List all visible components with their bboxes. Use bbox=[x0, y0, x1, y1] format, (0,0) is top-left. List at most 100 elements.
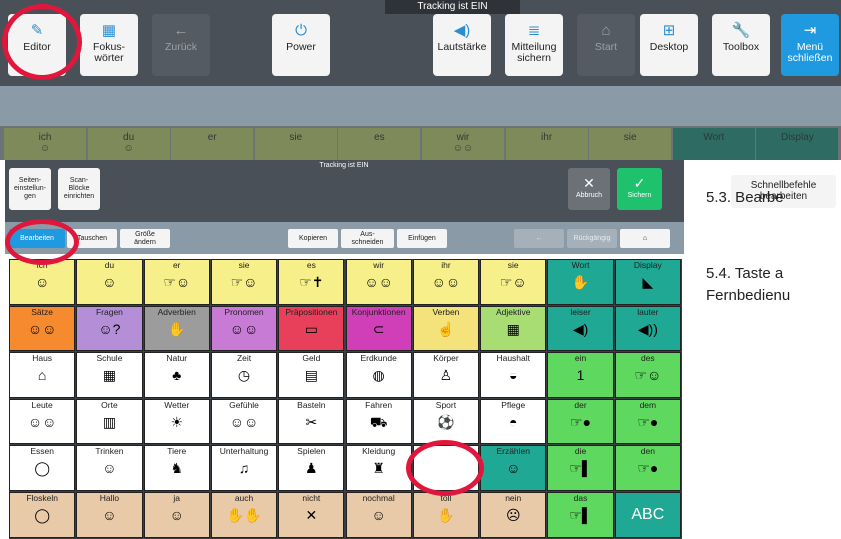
top-button-5[interactable]: ≣ Mitteilung sichern bbox=[505, 14, 563, 76]
vocab-cell[interactable]: der ☞● bbox=[547, 398, 614, 445]
vocab-cell[interactable]: toll ✋ bbox=[412, 492, 480, 538]
vocab-cell[interactable]: nochmal ☺ bbox=[345, 492, 412, 538]
vocab-cell[interactable]: Erdkunde ◍ bbox=[345, 352, 412, 398]
vocab-cell[interactable]: Fahren ⛟ bbox=[345, 398, 412, 445]
vocab-cell[interactable]: Pronomen ☺☺ bbox=[210, 305, 278, 352]
vocab-cell[interactable]: Display ◣ bbox=[614, 259, 681, 305]
vocab-cell[interactable]: Sätze ☺☺ bbox=[9, 305, 76, 352]
vocab-cell-label: lauter bbox=[637, 306, 659, 317]
vocab-cell-label: ein bbox=[574, 353, 587, 364]
scan-blocks-button[interactable]: Scan- Blöcke einrichten bbox=[58, 168, 100, 210]
vocab-cell[interactable]: du ☺ bbox=[76, 259, 143, 305]
vocab-cell[interactable]: leiser ◀) bbox=[547, 305, 614, 352]
vocab-cell[interactable]: Tiere ♞ bbox=[143, 445, 210, 491]
vocab-cell[interactable]: Schule ▦ bbox=[76, 352, 143, 398]
vocab-cell[interactable]: den ☞● bbox=[614, 445, 681, 491]
vocab-cell[interactable]: Körper ♙ bbox=[412, 352, 480, 398]
vocab-cell-icon: ☞● bbox=[637, 460, 659, 477]
vocab-cell[interactable]: Wetter ☀ bbox=[143, 398, 210, 445]
vocab-cell[interactable]: Haushalt ◒ bbox=[480, 352, 547, 398]
vocab-cell[interactable]: des ☞☺ bbox=[614, 352, 681, 398]
toolbar-button-8[interactable]: ⌂ bbox=[620, 229, 670, 248]
vocab-cell[interactable]: Essen ◯ bbox=[9, 445, 76, 491]
vocab-cell[interactable]: er ☞☺ bbox=[143, 259, 210, 305]
windows-icon: ⊞ bbox=[662, 22, 676, 39]
vocab-cell[interactable]: Spielen ♟ bbox=[278, 445, 345, 491]
vocab-cell-icon: ☞● bbox=[570, 413, 592, 430]
vocab-cell[interactable]: Floskeln ◯ bbox=[9, 492, 76, 538]
toolbar-button-3[interactable]: Kopieren bbox=[288, 229, 338, 248]
vocab-cell[interactable]: ich ☺ bbox=[9, 259, 76, 305]
vocab-cell[interactable]: auch ✋✋ bbox=[210, 492, 278, 538]
vocab-cell[interactable]: Wort ✋ bbox=[547, 259, 614, 305]
vocab-cell-label: Haus bbox=[32, 353, 53, 364]
vocab-cell[interactable]: Zeit ◷ bbox=[210, 352, 278, 398]
vocab-cell[interactable]: dem ☞● bbox=[614, 398, 681, 445]
vocab-cell-icon: ⛟ bbox=[369, 413, 388, 430]
vocab-cell-label: Unterhaltung bbox=[219, 446, 269, 457]
toolbar-button-5[interactable]: Einfügen bbox=[397, 229, 447, 248]
vocab-cell[interactable]: Gefühle ☺☺ bbox=[210, 398, 278, 445]
vocab-cell[interactable]: Hallo ☺ bbox=[76, 492, 143, 538]
vocab-cell[interactable]: Leute ☺☺ bbox=[9, 398, 76, 445]
vocab-cell-icon: ♣ bbox=[172, 367, 182, 384]
vocab-cell[interactable]: Konjunktionen ⊂ bbox=[345, 305, 412, 352]
top-button-9[interactable]: ⇥ Menü schließen bbox=[781, 14, 839, 76]
vocab-cell[interactable]: Kleidung ♜ bbox=[345, 445, 412, 491]
save-button[interactable]: ✓ Sichern bbox=[617, 168, 662, 210]
vocab-cell[interactable]: nein ☹ bbox=[480, 492, 547, 538]
top-button-3[interactable]: ⏻ Power bbox=[272, 14, 330, 76]
dim-cell-icon: ☺☺ bbox=[452, 143, 474, 154]
top-button-7[interactable]: ⊞ Desktop bbox=[640, 14, 698, 76]
vocab-cell[interactable]: Adverbien ✋ bbox=[143, 305, 210, 352]
top-button-2[interactable]: ← Zurück bbox=[152, 14, 210, 76]
cancel-button[interactable]: ✕ Abbruch bbox=[568, 168, 610, 210]
vocab-cell-label: Konjunktionen bbox=[351, 306, 406, 317]
vocab-cell[interactable]: ihr ☺☺ bbox=[412, 259, 480, 305]
vocab-cell[interactable]: ein 1 bbox=[547, 352, 614, 398]
vocab-cell[interactable]: Präpositionen ▭ bbox=[278, 305, 345, 352]
vocab-cell[interactable]: wir ☺☺ bbox=[345, 259, 412, 305]
vocab-cell[interactable]: sie ☞☺ bbox=[480, 259, 547, 305]
toolbar-button-4[interactable]: Aus- schneiden bbox=[341, 229, 394, 248]
vocab-cell-label: Präpositionen bbox=[285, 306, 338, 317]
vocab-cell-label: auch bbox=[234, 493, 254, 503]
toolbar-button-7[interactable]: Rückgängig bbox=[567, 229, 617, 248]
vocab-cell[interactable]: sie ☞☺ bbox=[210, 259, 278, 305]
vocab-cell[interactable]: Pflege ◓ bbox=[480, 398, 547, 445]
vocab-cell[interactable]: es ☞✝ bbox=[278, 259, 345, 305]
vocab-cell[interactable]: Basteln ✂ bbox=[278, 398, 345, 445]
vocab-cell[interactable]: Natur ♣ bbox=[143, 352, 210, 398]
vocab-cell[interactable]: Verben ☝ bbox=[412, 305, 480, 352]
vocab-cell[interactable]: Sport ⚽ bbox=[412, 398, 480, 445]
vocab-cell[interactable]: Erzählen ☺ bbox=[480, 445, 547, 491]
vocab-cell[interactable]: Fragen ☺? bbox=[76, 305, 143, 352]
top-button-1[interactable]: ▦ Fokus- wörter bbox=[80, 14, 138, 76]
vocab-cell[interactable]: nicht ✕ bbox=[278, 492, 345, 538]
top-button-8[interactable]: 🔧 Toolbox bbox=[712, 14, 770, 76]
toolbar-button-6[interactable]: ← bbox=[514, 229, 564, 248]
vocab-cell[interactable]: Geld ▤ bbox=[278, 352, 345, 398]
vocab-cell-icon: ☺ bbox=[102, 274, 117, 290]
vocab-cell[interactable]: Orte ▥ bbox=[76, 398, 143, 445]
vocab-cell[interactable]: die ☞▌ bbox=[547, 445, 614, 491]
vocab-cell[interactable]: lauter ◀)) bbox=[614, 305, 681, 352]
instruction-step-5-4: 5.4. Taste a bbox=[706, 265, 784, 282]
dim-cell-label: Wort bbox=[703, 132, 725, 143]
vocab-cell-icon: ☺☺ bbox=[364, 274, 393, 290]
top-button-6[interactable]: ⌂ Start bbox=[577, 14, 635, 76]
toolbar-button-2[interactable]: Größe ändern bbox=[120, 229, 170, 248]
vocab-cell-icon: ☺☺ bbox=[27, 320, 57, 337]
page-settings-button[interactable]: Seiten- einstellun- gen bbox=[9, 168, 51, 210]
top-button-4[interactable]: ◀) Lautstärke bbox=[433, 14, 491, 76]
vocab-cell[interactable]: ja ☺ bbox=[143, 492, 210, 538]
vocab-cell[interactable]: Adjektive ▦ bbox=[480, 305, 547, 352]
vocab-cell-label: Essen bbox=[30, 446, 54, 457]
vocab-cell[interactable]: das ☞▌ bbox=[547, 492, 614, 538]
vocab-cell-icon: ☺☺ bbox=[27, 413, 57, 430]
focus-words-icon: ▦ bbox=[101, 22, 117, 39]
vocab-cell[interactable]: Unterhaltung ♫ bbox=[210, 445, 278, 491]
vocab-cell[interactable]: ABC bbox=[614, 492, 681, 538]
vocab-cell[interactable]: Trinken ☺ bbox=[76, 445, 143, 491]
vocab-cell[interactable]: Haus ⌂ bbox=[9, 352, 76, 398]
